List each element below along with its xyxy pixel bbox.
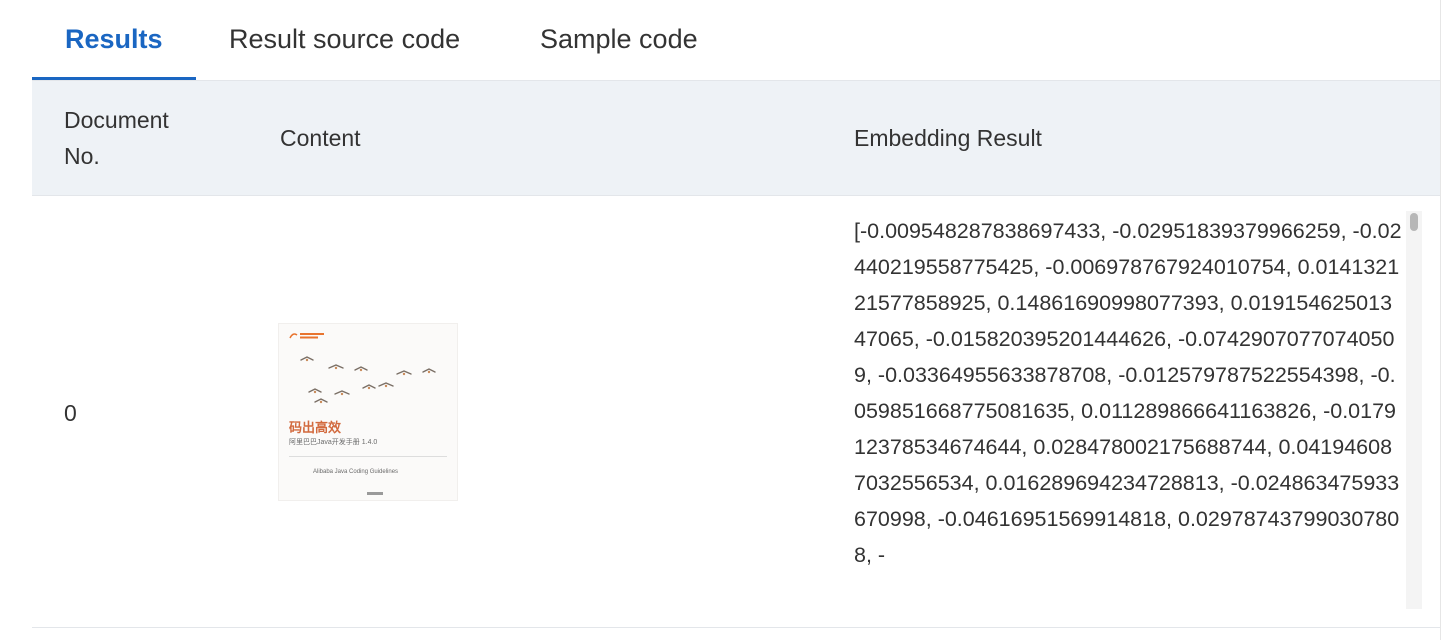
- column-header-document-no-line1: Document: [64, 107, 169, 133]
- cover-divider: [289, 456, 447, 457]
- cover-english-title: Alibaba Java Coding Guidelines: [313, 469, 399, 475]
- embedding-scrollbar-thumb[interactable]: [1410, 213, 1418, 231]
- table-header: Document No. Content Embedding Result: [32, 81, 1440, 196]
- column-header-document-no-line2: No.: [64, 143, 100, 169]
- document-number: 0: [64, 400, 77, 426]
- embedding-scrollbar[interactable]: [1406, 211, 1422, 609]
- tab-bar: Results Result source code Sample code: [32, 0, 1440, 81]
- tab-result-source-code[interactable]: Result source code: [229, 22, 460, 56]
- results-panel: Results Result source code Sample code D…: [0, 0, 1441, 640]
- column-header-content: Content: [280, 125, 361, 151]
- column-header-embedding-result: Embedding Result: [854, 125, 1042, 151]
- content-image-thumbnail[interactable]: 码出高效 阿里巴巴Java开发手册 1.4.0 Alibaba Java Cod…: [278, 323, 458, 501]
- embedding-result-text: [-0.009548287838697433, -0.0295183937996…: [854, 219, 1402, 567]
- cover-subtitle: 阿里巴巴Java开发手册 1.4.0: [289, 439, 378, 446]
- alibaba-group-logo: [289, 333, 324, 339]
- column-header-document-no: Document No.: [64, 102, 169, 174]
- publisher-mark: [367, 492, 383, 495]
- cover-title: 码出高效: [289, 420, 342, 435]
- table-row: 0 码出高效 阿里巴巴Java开发手册 1.4.0 Alibaba Java C…: [32, 195, 1440, 628]
- active-tab-indicator: [32, 77, 196, 80]
- tab-sample-code[interactable]: Sample code: [540, 22, 698, 56]
- tab-results[interactable]: Results: [65, 22, 163, 56]
